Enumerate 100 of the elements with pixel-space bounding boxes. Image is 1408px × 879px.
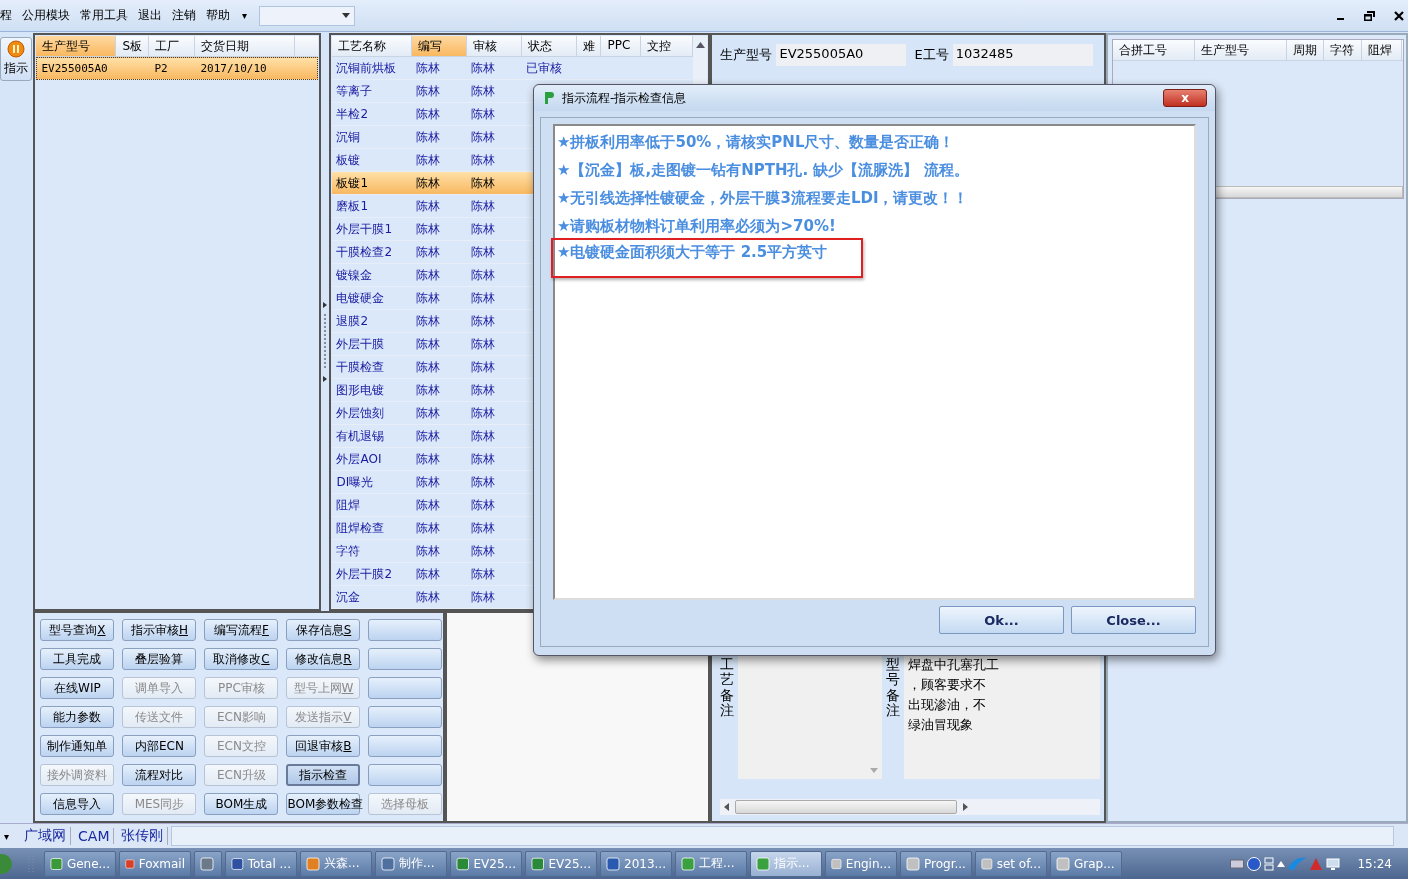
menu-item[interactable]: 注销 <box>172 7 196 24</box>
restore-icon[interactable] <box>1364 10 1376 21</box>
table-cell: 干膜检查 <box>336 359 385 374</box>
toolbar-button[interactable]: 指示检查 <box>286 764 361 786</box>
column-header[interactable]: 工厂 <box>149 36 196 56</box>
column-header[interactable]: 交货日期 <box>195 36 296 56</box>
table-cell: 陈林 <box>416 267 441 282</box>
toolbar-button[interactable]: 指示审核H <box>122 619 197 641</box>
table-cell: 陈林 <box>416 313 441 328</box>
toolbar-button[interactable]: BOM生成 <box>204 793 279 815</box>
text-area[interactable]: 焊盘中孔塞孔工 ，顾客要求不 出现渗油，不 绿油冒现象 <box>904 655 1100 779</box>
table-cell: 陈林 <box>416 152 441 167</box>
table-cell: 陈林 <box>471 566 496 581</box>
toolbar-button[interactable]: 取消修改C <box>204 648 279 670</box>
column-header[interactable]: 难 <box>577 36 602 56</box>
column-header[interactable]: 生产型号 <box>36 36 117 56</box>
table-cell: 陈林 <box>471 428 496 443</box>
text-field[interactable]: 1032485 <box>952 44 1093 66</box>
toolbar-button[interactable]: 信息导入 <box>40 793 115 815</box>
splitter-handle-icon[interactable] <box>323 302 328 382</box>
taskbar-button[interactable] <box>194 850 222 877</box>
field-label: 工艺备注 <box>720 655 735 721</box>
toolbar-button[interactable]: 编写流程F <box>204 619 279 641</box>
keyboard-icon[interactable] <box>1230 857 1245 870</box>
scrollbar[interactable] <box>720 799 1100 815</box>
menu-item[interactable]: 程 <box>0 7 12 24</box>
scroll-left-icon[interactable] <box>724 803 730 811</box>
scroll-right-icon[interactable] <box>963 803 969 811</box>
table-row[interactable]: EV255005A0 P2 2017/10/10 <box>36 57 319 80</box>
status-item: 广域网 <box>20 827 72 845</box>
ok-button[interactable]: Ok... <box>939 606 1064 634</box>
toolbar-button[interactable]: 型号查询X <box>40 619 115 641</box>
grip-icon <box>27 853 35 874</box>
column-header[interactable]: 审核 <box>467 36 523 56</box>
toolbar-button[interactable]: 叠层验算 <box>122 648 197 670</box>
toolbar-button[interactable]: 在线WIP <box>40 677 115 699</box>
table-cell: 陈林 <box>471 221 496 236</box>
toolbar-button[interactable]: BOM参数检查 <box>286 793 361 815</box>
scroll-up-icon[interactable] <box>695 42 705 48</box>
column-header[interactable]: 周期 <box>1287 40 1324 60</box>
toolbar-button[interactable]: 制作通知单 <box>40 735 115 757</box>
close-icon[interactable] <box>1394 10 1404 21</box>
table-cell: 字符 <box>336 543 361 558</box>
blank-button[interactable] <box>368 764 443 786</box>
table-cell: EV255005A0 <box>41 62 108 75</box>
table-cell: 陈林 <box>471 290 496 305</box>
table-cell: 外层干膜1 <box>336 221 393 236</box>
toolbar-button[interactable]: 内部ECN <box>122 735 197 757</box>
toolbar-button[interactable]: 流程对比 <box>122 764 197 786</box>
menu-caret[interactable]: ▾ <box>242 10 248 21</box>
table-cell: 陈林 <box>471 313 496 328</box>
column-header[interactable]: 编写 <box>412 36 468 56</box>
text-area[interactable] <box>738 655 883 779</box>
table-cell: 陈林 <box>416 60 441 75</box>
blank-button[interactable] <box>368 735 443 757</box>
close-button[interactable]: Close... <box>1071 606 1196 634</box>
table-cell: P2 <box>154 62 168 75</box>
app-icon <box>381 856 395 871</box>
help-icon[interactable] <box>1247 856 1262 871</box>
orb-icon <box>7 40 25 58</box>
menu-item[interactable]: 常用工具 <box>80 7 128 24</box>
toolbar-button[interactable]: 回退审核B <box>286 735 361 757</box>
column-header[interactable]: PPC <box>601 36 642 56</box>
blank-button[interactable] <box>368 677 443 699</box>
blank-button[interactable] <box>368 648 443 670</box>
menu-item[interactable]: 公用模块 <box>22 7 70 24</box>
column-header[interactable]: 字符 <box>1324 40 1362 60</box>
blank-button[interactable] <box>368 706 443 728</box>
column-header[interactable]: 阻焊 <box>1362 40 1402 60</box>
blank-button[interactable] <box>368 619 443 641</box>
column-header[interactable]: 生产型号 <box>1195 40 1287 60</box>
column-header[interactable]: S板 <box>116 36 150 56</box>
table-cell: 陈林 <box>471 60 496 75</box>
table-cell: 陈林 <box>471 497 496 512</box>
toolbar-button[interactable]: 修改信息R <box>286 648 361 670</box>
text-field[interactable]: EV255005A0 <box>776 44 907 66</box>
toolbar-button[interactable]: 工具完成 <box>40 648 115 670</box>
title-bar-x-button[interactable]: x <box>1163 89 1207 107</box>
status-caret[interactable]: ▾ <box>4 830 10 842</box>
menu-item[interactable]: 退出 <box>138 7 162 24</box>
side-button[interactable]: 指示 <box>0 37 32 81</box>
toolbar-button[interactable]: 保存信息S <box>286 619 361 641</box>
tray-expand-icon[interactable] <box>1277 860 1286 867</box>
table-cell: 陈林 <box>471 382 496 397</box>
table-cell: 陈林 <box>416 497 441 512</box>
scroll-down-icon[interactable] <box>870 768 879 773</box>
network-icon[interactable] <box>1264 856 1275 871</box>
table-cell: 陈林 <box>471 359 496 374</box>
taskbar-button[interactable]: Total ... <box>225 850 297 877</box>
scroll-thumb[interactable] <box>735 800 958 814</box>
toolbar-button[interactable]: 能力参数 <box>40 706 115 728</box>
app-icon <box>125 856 135 871</box>
column-header[interactable]: 状态 <box>522 36 578 56</box>
menu-item[interactable]: 帮助 <box>206 7 230 24</box>
table-cell: 外层蚀刻 <box>336 405 385 420</box>
monitor-icon[interactable] <box>1326 856 1341 871</box>
column-header[interactable]: 合拼工号 <box>1113 40 1195 60</box>
dropdown-field[interactable] <box>259 5 356 26</box>
table-cell: 沉金 <box>336 589 361 604</box>
field-label: E工号 <box>914 46 949 64</box>
